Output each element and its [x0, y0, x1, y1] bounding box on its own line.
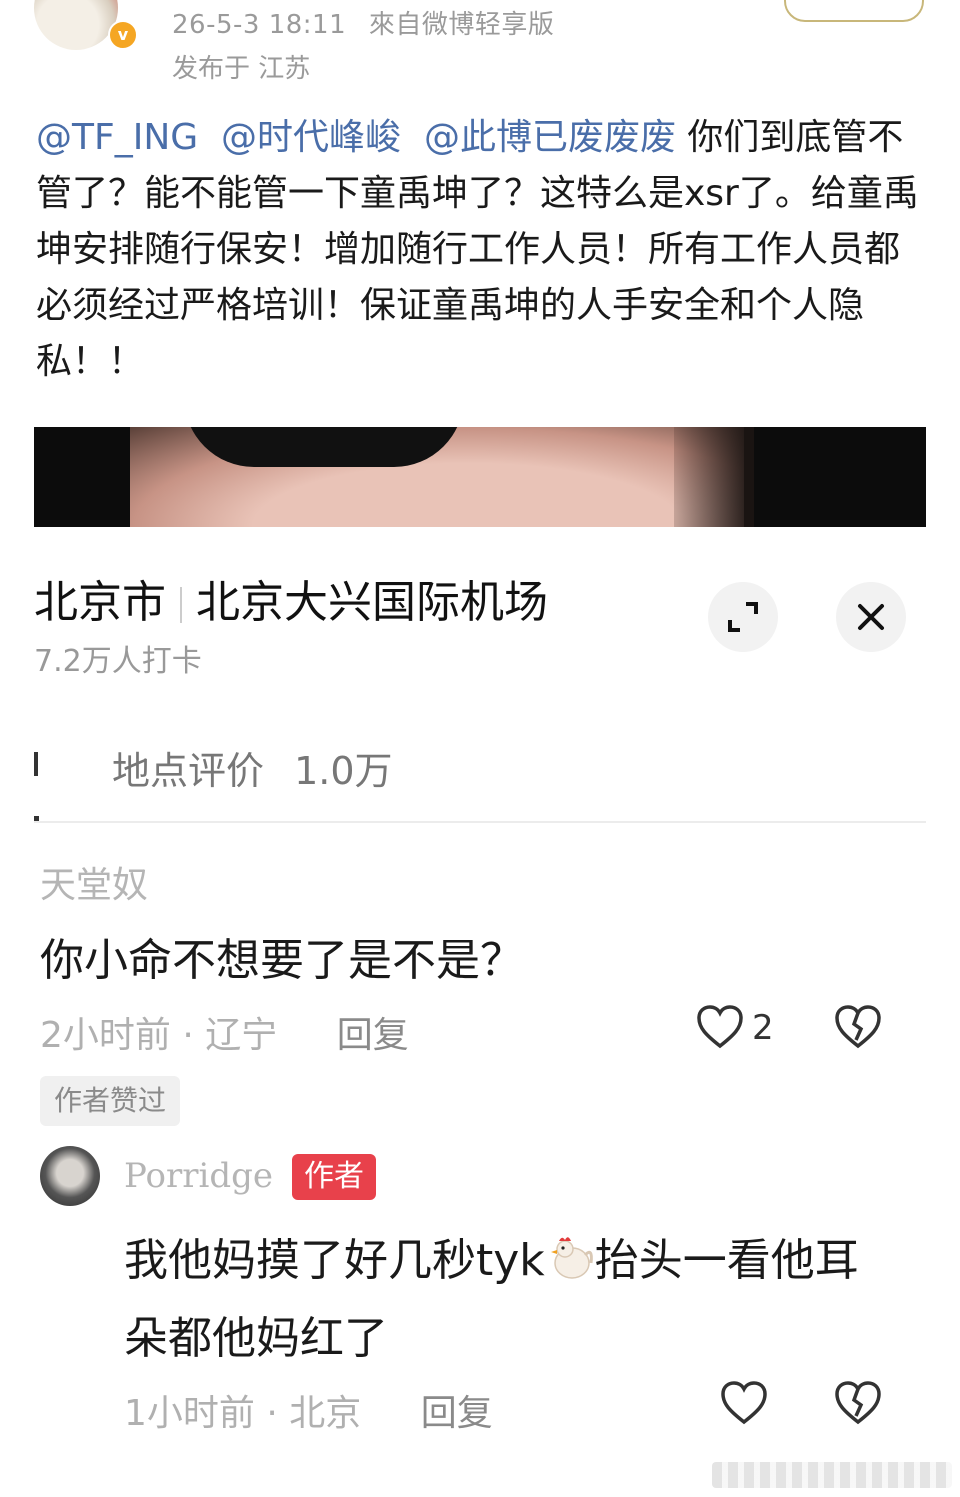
- location-place: 北京大兴国际机场: [196, 577, 548, 628]
- reply-button[interactable]: 回复: [337, 1015, 409, 1056]
- location-checkins: 7.2万人打卡: [34, 644, 202, 679]
- heart-icon: [697, 1005, 743, 1049]
- comment-text-part1: 我他妈摸了好几秒tyk: [124, 1235, 545, 1286]
- post-source[interactable]: 來自微博轻享版: [369, 10, 555, 40]
- mention-link[interactable]: @时代峰峻: [221, 117, 401, 158]
- broken-heart-icon: [835, 1381, 881, 1425]
- rating-label: 地点评价: [112, 749, 265, 793]
- verified-badge-icon: v: [108, 20, 138, 50]
- dislike-button[interactable]: [834, 1004, 882, 1054]
- comment-meta: 1小时前 · 北京 回复: [124, 1393, 493, 1434]
- dislike-button[interactable]: [834, 1380, 882, 1430]
- comment-region: 辽宁: [205, 1015, 278, 1056]
- comment-text: 我他妈摸了好几秒tyk 抬头一看他耳朵都他妈红了: [124, 1222, 884, 1378]
- follow-button[interactable]: [784, 0, 924, 22]
- location-city: 北京市: [34, 577, 166, 628]
- post-meta: 26-5-3 18:11 來自微博轻享版: [172, 4, 554, 41]
- mention-link[interactable]: @TF_ING: [36, 117, 198, 158]
- reply-button[interactable]: 回复: [421, 1393, 493, 1434]
- poster-avatar[interactable]: [34, 0, 118, 50]
- close-icon: [858, 604, 884, 630]
- location-title[interactable]: 北京市 北京大兴国际机场: [34, 566, 548, 630]
- commenter-avatar[interactable]: [40, 1146, 100, 1206]
- post-timestamp: 26-5-3 18:11: [172, 10, 347, 40]
- comment-region: 北京: [289, 1393, 362, 1434]
- comment-time: 1小时前: [124, 1393, 255, 1434]
- mention-link[interactable]: @此博已废废废: [424, 117, 676, 158]
- location-rating[interactable]: 地点评价 1.0万: [112, 740, 393, 795]
- close-button[interactable]: [836, 582, 906, 652]
- expand-button[interactable]: [708, 582, 778, 652]
- rating-count: 1.0万: [294, 749, 393, 793]
- broken-heart-icon: [835, 1005, 881, 1049]
- rooster-emoji-icon: [545, 1228, 595, 1279]
- comment-username[interactable]: Porridge: [124, 1156, 273, 1196]
- author-tag-badge: 作者: [292, 1154, 376, 1200]
- like-button[interactable]: [720, 1380, 768, 1430]
- tab-indicator: [34, 752, 38, 776]
- like-count: 2: [752, 1008, 774, 1048]
- post-location: 发布于 江苏: [172, 54, 311, 84]
- divider: [34, 821, 926, 823]
- expand-icon: [728, 602, 758, 632]
- divider-marker: [34, 816, 39, 821]
- comment-meta: 2小时前 · 辽宁 回复: [40, 1015, 409, 1056]
- heart-icon: [721, 1381, 767, 1425]
- watermark: [712, 1462, 952, 1488]
- comment-text: 你小命不想要了是不是？: [40, 935, 524, 986]
- comment-time: 2小时前: [40, 1015, 171, 1056]
- comment-username[interactable]: 天堂奴: [40, 856, 148, 908]
- like-button[interactable]: [696, 1004, 744, 1054]
- author-liked-badge: 作者赞过: [40, 1076, 181, 1126]
- post-image[interactable]: [34, 427, 926, 527]
- post-body: @TF_ING @时代峰峻 @此博已废废废 你们到底管不管了？能不能管一下童禹坤…: [36, 110, 926, 390]
